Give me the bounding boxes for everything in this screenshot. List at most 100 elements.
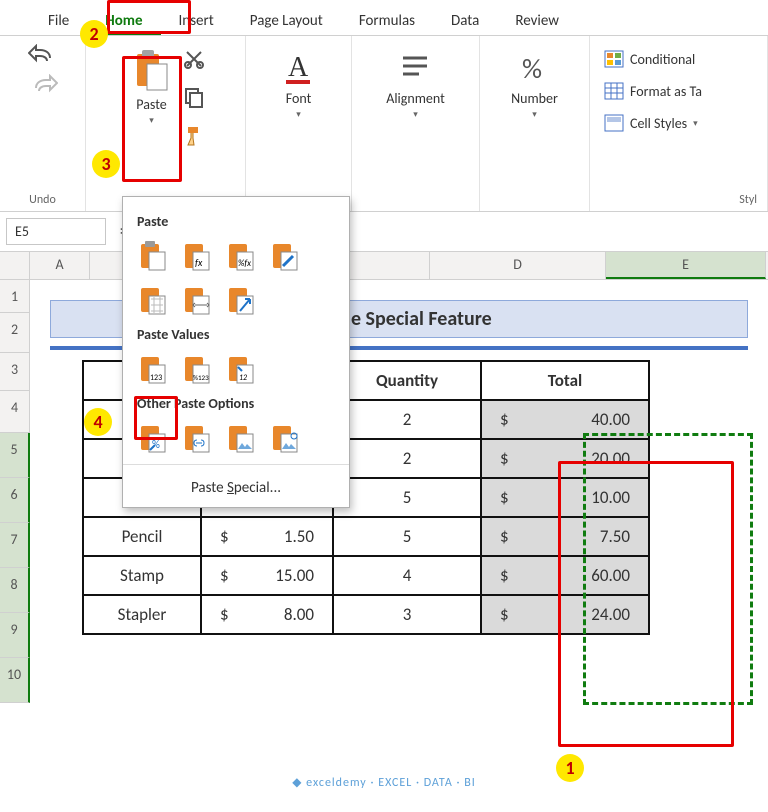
cell-total[interactable]: $24.00: [481, 595, 649, 634]
svg-text:12: 12: [239, 373, 247, 383]
cell-price[interactable]: $8.00: [201, 595, 333, 634]
cell-qty[interactable]: 3: [333, 595, 481, 634]
font-label: Font: [286, 90, 312, 107]
cell-styles-icon: [604, 114, 624, 132]
cell-qty[interactable]: 5: [333, 517, 481, 556]
svg-text:%: %: [152, 438, 160, 451]
conditional-formatting-button[interactable]: Conditional: [604, 48, 695, 70]
cell-qty[interactable]: 2: [333, 439, 481, 478]
th-total[interactable]: Total: [481, 361, 649, 400]
cell-qty[interactable]: 4: [333, 556, 481, 595]
cell-name[interactable]: Stapler: [83, 595, 201, 634]
redo-icon[interactable]: [28, 74, 58, 96]
row-header-1[interactable]: 1: [0, 280, 30, 313]
paste-values-section-title: Paste Values: [137, 326, 335, 343]
row-header-4[interactable]: 4: [0, 391, 30, 433]
row-headers: 1 2 3 4 5 6 7 8 9 10: [0, 280, 30, 703]
paste-values-icon[interactable]: 123: [137, 351, 169, 387]
col-header-a[interactable]: A: [30, 252, 90, 279]
styles-group-label: Styl: [739, 193, 757, 207]
tab-home[interactable]: Home: [87, 6, 160, 35]
watermark: ◆ exceldemy · EXCEL · DATA · BI: [292, 775, 476, 790]
tab-page-layout[interactable]: Page Layout: [232, 6, 341, 35]
paste-values-number-formatting-icon[interactable]: %123: [181, 351, 213, 387]
paste-special-menu-item[interactable]: Paste Special...: [137, 471, 335, 501]
table-row: Pencil $1.50 5 $7.50: [83, 517, 649, 556]
number-label: Number: [511, 90, 558, 107]
tab-review[interactable]: Review: [497, 6, 577, 35]
font-icon: A: [282, 48, 316, 88]
paste-formulas-formatting-icon[interactable]: %fx: [225, 238, 257, 274]
paste-link-icon[interactable]: [181, 420, 213, 456]
cell-price[interactable]: $1.50: [201, 517, 333, 556]
row-header-9[interactable]: 9: [0, 613, 30, 658]
paste-dropdown-panel: Paste fx %fx Paste Values 123 %123 12 Ot…: [122, 196, 350, 508]
conditional-formatting-icon: [604, 50, 624, 68]
copy-icon[interactable]: [183, 86, 205, 108]
paste-no-borders-icon[interactable]: [137, 282, 169, 318]
col-header-d[interactable]: D: [430, 252, 606, 279]
paste-column-widths-icon[interactable]: [181, 282, 213, 318]
paste-formulas-icon[interactable]: fx: [181, 238, 213, 274]
row-header-6[interactable]: 6: [0, 478, 30, 523]
paste-keep-source-icon[interactable]: [269, 238, 301, 274]
tab-data[interactable]: Data: [433, 6, 497, 35]
tab-insert[interactable]: Insert: [161, 6, 232, 35]
svg-text:A: A: [288, 52, 309, 83]
column-headers: A D E: [0, 251, 768, 280]
svg-text:%: %: [522, 51, 542, 86]
row-header-3[interactable]: 3: [0, 353, 30, 391]
cell-total[interactable]: $60.00: [481, 556, 649, 595]
clipboard-icon: [133, 48, 171, 94]
percent-icon: %: [518, 48, 552, 88]
paste-picture-icon[interactable]: [225, 420, 257, 456]
svg-text:%fx: %fx: [238, 258, 251, 269]
paste-button[interactable]: Paste ▾: [127, 44, 177, 130]
cell-total[interactable]: $10.00: [481, 478, 649, 517]
cell-total[interactable]: $40.00: [481, 400, 649, 439]
paste-all-icon[interactable]: [137, 238, 169, 274]
formula-bar-row: E5: [0, 212, 768, 251]
paste-transpose-icon[interactable]: [225, 282, 257, 318]
th-qty[interactable]: Quantity: [333, 361, 481, 400]
paste-formatting-icon[interactable]: %: [137, 420, 169, 456]
select-all-triangle[interactable]: [0, 252, 30, 279]
cell-qty[interactable]: 5: [333, 478, 481, 517]
row-header-10[interactable]: 10: [0, 658, 30, 703]
number-button[interactable]: % Number ▾: [505, 44, 564, 124]
cell-total[interactable]: $7.50: [481, 517, 649, 556]
row-header-2[interactable]: 2: [0, 313, 30, 353]
paste-values-source-formatting-icon[interactable]: 12: [225, 351, 257, 387]
chevron-down-icon: ▾: [413, 109, 418, 120]
name-box[interactable]: E5: [6, 218, 106, 245]
cell-price[interactable]: $15.00: [201, 556, 333, 595]
cut-icon[interactable]: [183, 48, 205, 70]
row-header-8[interactable]: 8: [0, 568, 30, 613]
format-painter-icon[interactable]: [183, 124, 205, 146]
cell-total[interactable]: $20.00: [481, 439, 649, 478]
cell-name[interactable]: Pencil: [83, 517, 201, 556]
cell-styles-button[interactable]: Cell Styles ▾: [604, 112, 698, 134]
paste-section-title: Paste: [137, 213, 335, 230]
row-header-5[interactable]: 5: [0, 433, 30, 478]
other-paste-section-title: Other Paste Options: [137, 395, 335, 412]
annotation-badge-1: 1: [556, 754, 584, 782]
tab-formulas[interactable]: Formulas: [341, 6, 433, 35]
ribbon: Undo Paste ▾ A Font ▾: [0, 36, 768, 212]
cell-qty[interactable]: 2: [333, 400, 481, 439]
font-button[interactable]: A Font ▾: [276, 44, 322, 124]
alignment-icon: [398, 48, 432, 88]
cell-name[interactable]: Stamp: [83, 556, 201, 595]
separator: [123, 464, 349, 465]
ribbon-tabs: File Home Insert Page Layout Formulas Da…: [0, 0, 768, 36]
col-header-e[interactable]: E: [606, 252, 766, 279]
worksheet: 1 2 3 4 5 6 7 8 9 10 Pastee Special Feat…: [0, 280, 768, 703]
undo-icon[interactable]: [28, 44, 58, 66]
tab-file[interactable]: File: [30, 6, 87, 35]
svg-text:fx: fx: [195, 256, 203, 269]
alignment-button[interactable]: Alignment ▾: [380, 44, 451, 124]
table-row: Stamp $15.00 4 $60.00: [83, 556, 649, 595]
paste-linked-picture-icon[interactable]: [269, 420, 301, 456]
format-as-table-button[interactable]: Format as Ta: [604, 80, 702, 102]
row-header-7[interactable]: 7: [0, 523, 30, 568]
